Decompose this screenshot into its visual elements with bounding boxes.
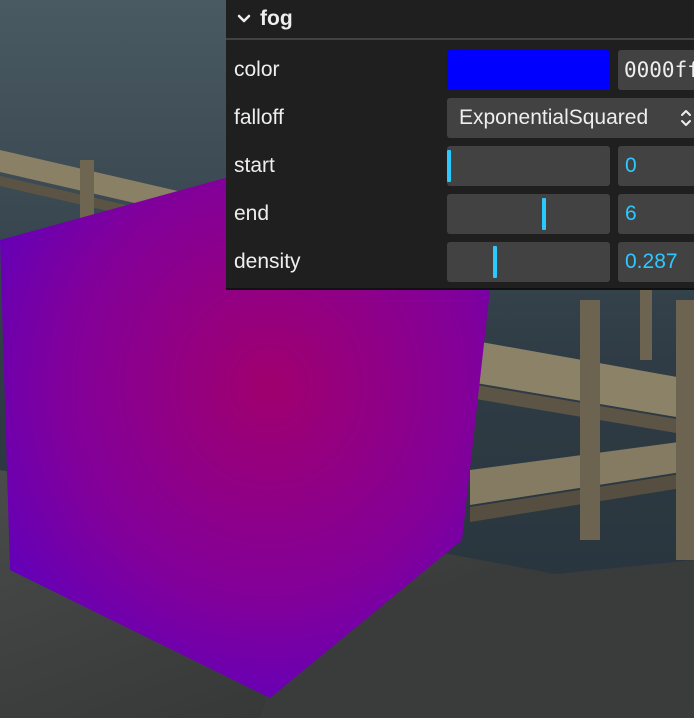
falloff-selected-value: ExponentialSquared	[459, 106, 649, 129]
density-slider-knob[interactable]	[493, 246, 497, 278]
falloff-control: falloff ExponentialSquared	[226, 98, 694, 138]
falloff-select[interactable]: ExponentialSquared	[447, 98, 694, 138]
color-hex-input[interactable]: 0000ff	[618, 50, 694, 90]
density-slider[interactable]	[447, 242, 610, 282]
start-control: start 0	[226, 146, 694, 186]
folder-title: fog	[260, 7, 293, 30]
end-slider-knob[interactable]	[542, 198, 546, 230]
start-number-input[interactable]: 0	[618, 146, 694, 186]
density-number-input[interactable]: 0.287	[618, 242, 694, 282]
gui-panel: fog color 0000ff falloff ExponentialSqua…	[226, 0, 694, 290]
end-slider[interactable]	[447, 194, 610, 234]
falloff-label: falloff	[234, 106, 284, 129]
color-label: color	[234, 58, 280, 81]
end-label: end	[234, 202, 270, 225]
color-control: color 0000ff	[226, 50, 694, 90]
start-slider[interactable]	[447, 146, 610, 186]
density-label: density	[234, 250, 301, 273]
chevron-down-icon[interactable]	[236, 11, 252, 27]
start-slider-knob[interactable]	[447, 150, 451, 182]
density-control: density 0.287	[226, 242, 694, 282]
start-label: start	[234, 154, 275, 177]
color-swatch[interactable]	[447, 50, 610, 90]
end-control: end 6	[226, 194, 694, 234]
end-number-input[interactable]: 6	[618, 194, 694, 234]
up-down-arrows-icon	[681, 110, 691, 126]
fog-folder-header[interactable]: fog	[226, 0, 694, 40]
